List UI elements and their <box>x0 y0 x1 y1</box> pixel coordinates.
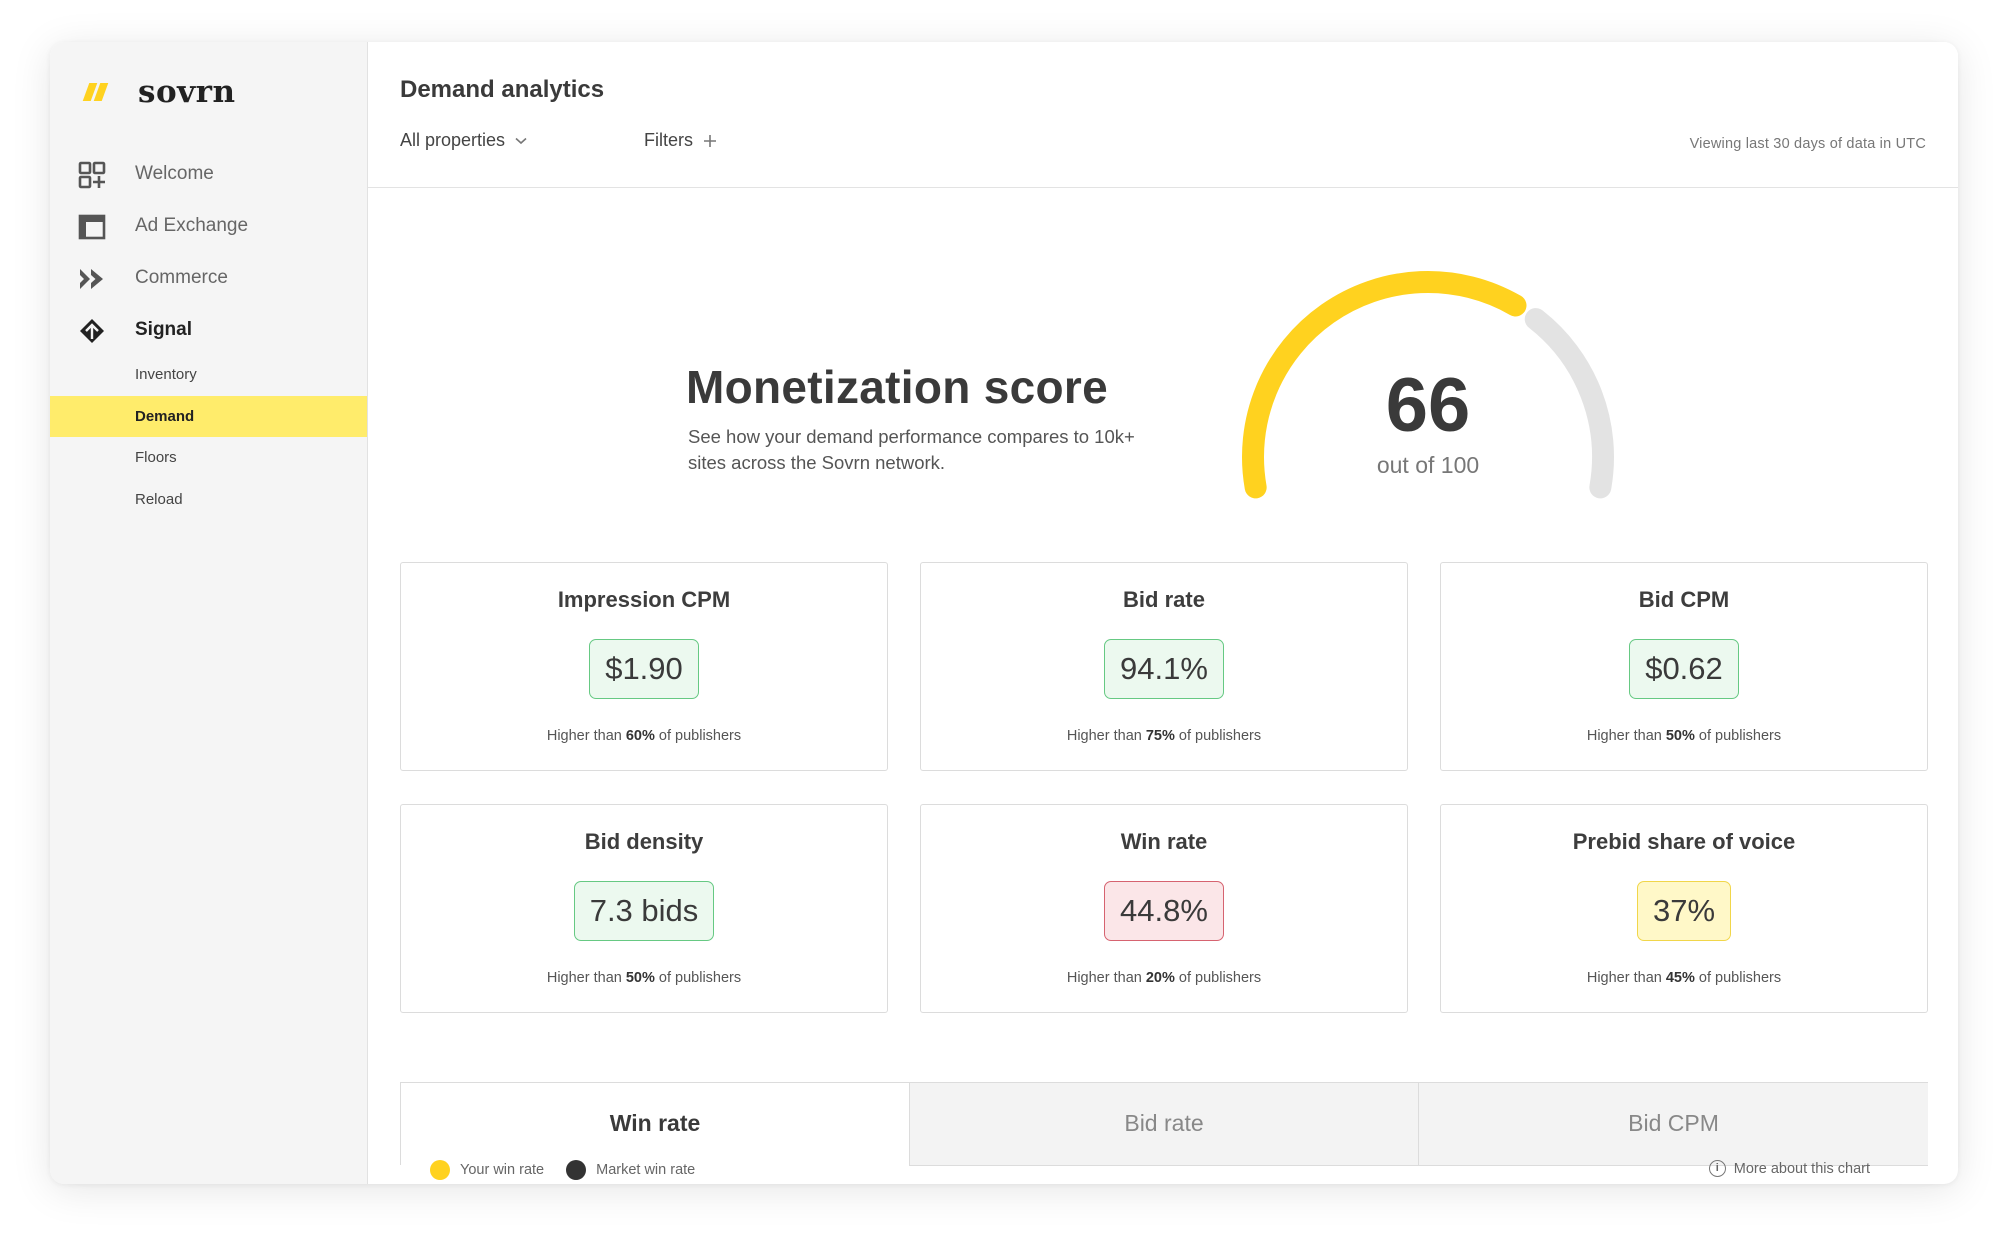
sidebar-item-commerce[interactable]: Commerce <box>50 252 367 304</box>
sidebar-subitem-reload[interactable]: Reload <box>50 479 367 520</box>
logo[interactable]: sovrn <box>80 72 236 112</box>
metric-card-win-rate: Win rate 44.8% Higher than 20% of publis… <box>920 804 1408 1013</box>
legend-label: Your win rate <box>460 1162 545 1178</box>
more-about-chart-link[interactable]: i More about this chart <box>1708 1160 1870 1177</box>
metric-card-bid-rate: Bid rate 94.1% Higher than 75% of publis… <box>920 562 1408 771</box>
double-chevron-icon <box>80 269 103 289</box>
chart-tabs: Win rate Bid rate Bid CPM <box>400 1082 1928 1166</box>
sidebar-subitem-label: Inventory <box>135 366 197 383</box>
sidebar-subitem-inventory[interactable]: Inventory <box>50 354 367 395</box>
tab-win-rate[interactable]: Win rate <box>401 1083 909 1165</box>
sidebar-item-label: Commerce <box>135 267 228 288</box>
date-range-note: Viewing last 30 days of data in UTC <box>1689 136 1926 152</box>
sidebar-item-signal[interactable]: Signal <box>50 304 367 356</box>
metric-comparison: Higher than 60% of publishers <box>546 728 742 744</box>
metric-comparison: Higher than 50% of publishers <box>546 970 742 986</box>
info-icon: i <box>1708 1160 1726 1177</box>
metric-title: Bid density <box>584 829 704 854</box>
sidebar-subitem-demand[interactable]: Demand <box>50 396 367 437</box>
logo-mark-icon <box>80 81 110 103</box>
sidebar-subitem-label: Demand <box>135 408 195 425</box>
legend-dot <box>566 1160 587 1180</box>
sidebar-subitem-floors[interactable]: Floors <box>50 437 367 478</box>
metric-value-badge: 94.1% <box>1104 639 1224 699</box>
metric-card-impression-cpm: Impression CPM $1.90 Higher than 60% of … <box>400 562 888 771</box>
filters-button[interactable]: Filters <box>644 130 717 151</box>
filters-button-label: Filters <box>644 130 693 150</box>
score-title: Monetization score <box>686 361 1109 413</box>
sidebar-item-label: Ad Exchange <box>135 215 249 236</box>
sidebar: sovrn Welcome Ad Exchange Commerce Signa… <box>50 42 368 1184</box>
metric-value-badge: 44.8% <box>1104 881 1224 941</box>
score-caption: out of 100 <box>1376 452 1480 478</box>
metric-comparison: Higher than 50% of publishers <box>1586 728 1782 744</box>
plus-icon <box>704 134 716 147</box>
properties-dropdown-label: All properties <box>400 130 506 150</box>
metric-comparison: Higher than 20% of publishers <box>1066 970 1262 986</box>
sidebar-subitem-label: Floors <box>135 449 177 466</box>
metric-value-badge: $1.90 <box>589 639 699 699</box>
metric-card-bid-cpm: Bid CPM $0.62 Higher than 50% of publish… <box>1440 562 1928 771</box>
metric-comparison: Higher than 75% of publishers <box>1066 728 1262 744</box>
legend-label: Market win rate <box>596 1162 696 1178</box>
score-value: 66 <box>1385 363 1471 448</box>
page-title: Demand analytics <box>400 76 605 103</box>
sidebar-item-welcome[interactable]: Welcome <box>50 148 367 200</box>
metric-title: Win rate <box>1120 829 1208 854</box>
more-about-chart-label: More about this chart <box>1733 1160 1870 1177</box>
sidebar-item-ad-exchange[interactable]: Ad Exchange <box>50 200 367 252</box>
metric-title: Bid rate <box>1123 587 1205 612</box>
metric-title: Bid CPM <box>1638 587 1730 612</box>
properties-dropdown[interactable]: All properties <box>400 130 527 151</box>
metric-value-badge: 7.3 bids <box>573 881 715 941</box>
metric-value-badge: 37% <box>1636 881 1732 941</box>
sidebar-item-label: Signal <box>135 319 193 340</box>
legend-item-your-win-rate: Your win rate <box>430 1160 544 1180</box>
tab-bid-cpm[interactable]: Bid CPM <box>1418 1083 1928 1166</box>
metric-title: Prebid share of voice <box>1572 829 1796 854</box>
metric-title: Impression CPM <box>557 587 731 612</box>
grid-plus-icon <box>78 161 106 189</box>
score-description: See how your demand performance compares… <box>688 426 1135 473</box>
sidebar-item-label: Welcome <box>135 163 214 184</box>
page-header: Demand analytics All properties Filters … <box>368 42 1958 188</box>
legend-item-market-win-rate: Market win rate <box>566 1160 695 1180</box>
main-content: Demand analytics All properties Filters … <box>368 42 1958 1184</box>
logo-text: sovrn <box>138 74 236 110</box>
window-icon <box>78 214 106 240</box>
sidebar-subitem-label: Reload <box>135 491 183 508</box>
app-window: sovrn Welcome Ad Exchange Commerce Signa… <box>50 42 1958 1184</box>
chevron-down-icon <box>515 137 527 144</box>
legend-dot <box>430 1160 450 1180</box>
metric-card-prebid-share-of-voice: Prebid share of voice 37% Higher than 45… <box>1440 804 1928 1013</box>
metric-comparison: Higher than 45% of publishers <box>1586 970 1782 986</box>
metric-card-bid-density: Bid density 7.3 bids Higher than 50% of … <box>400 804 888 1013</box>
signal-diamond-icon <box>80 319 104 343</box>
chart-legend: Your win rate Market win rate <box>430 1160 717 1180</box>
metric-value-badge: $0.62 <box>1629 639 1739 699</box>
tab-bid-rate[interactable]: Bid rate <box>909 1083 1418 1166</box>
